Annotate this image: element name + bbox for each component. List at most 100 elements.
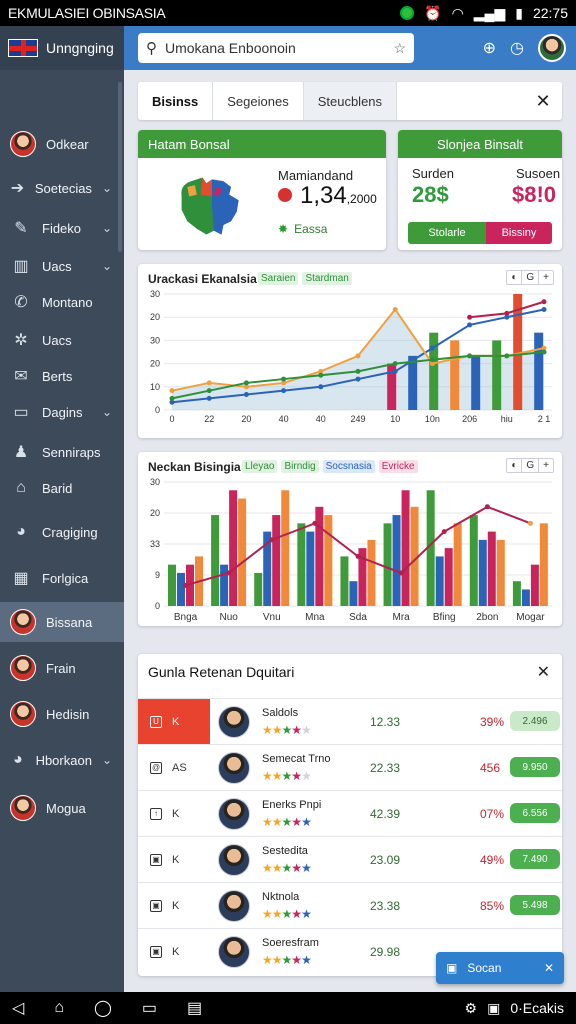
home-icon[interactable]: ⌂ — [54, 999, 64, 1017]
sidebar-item[interactable]: ➔ Soetecias ⌄ — [0, 168, 124, 208]
y-tick-label: 10 — [150, 382, 160, 392]
sidebar-item[interactable]: Bissana — [0, 602, 124, 642]
chart-mode-icon[interactable]: ◐ — [507, 271, 523, 284]
chart-g-button[interactable]: G — [522, 459, 540, 472]
star-icon[interactable]: ☆ — [393, 40, 406, 57]
star-icon: ★ — [262, 769, 273, 783]
search-icon: ⚲ — [146, 40, 157, 57]
sidebar-item-label: Barid — [42, 480, 73, 496]
table-row[interactable]: @ AS Semecat Trno ★★★★★ 22.33 456 9.950 — [138, 744, 562, 790]
user-avatar[interactable] — [538, 34, 566, 62]
sidebar-item-label: Dagins — [42, 404, 83, 420]
sidebar-item[interactable]: ✲ Uacs — [0, 320, 124, 360]
clock-icon[interactable]: ◷ — [510, 38, 524, 58]
sidebar-item-label: Berts — [42, 368, 73, 384]
legend-item[interactable]: Lleyao — [242, 460, 278, 473]
sidebar-item[interactable]: ▥ Uacs ⌄ — [0, 246, 124, 286]
row-lead[interactable]: ↑ K — [138, 791, 210, 837]
avatar — [218, 752, 250, 784]
tab-segeiones[interactable]: Segeiones — [213, 82, 304, 120]
sidebar-item[interactable]: ◕ Hborkaon ⌄ — [0, 740, 124, 780]
stolarle-button[interactable]: Stolarle — [408, 222, 486, 244]
row-badge[interactable]: 2.496 — [510, 711, 560, 731]
bar — [471, 355, 481, 410]
chevron-down-icon[interactable]: ⌄ — [102, 753, 112, 767]
sidebar-item[interactable]: ✉ Berts — [0, 356, 124, 396]
legend-item[interactable]: Stardman — [302, 272, 352, 285]
bar — [281, 490, 290, 606]
kpi-right-col1-value: 28$ — [412, 182, 449, 207]
sidebar-item[interactable]: ✎ Fideko ⌄ — [0, 208, 124, 248]
sidebar-item[interactable]: ⌂ Barid — [0, 468, 124, 508]
tab-steucblens[interactable]: Steucblens — [303, 82, 398, 120]
search-box[interactable]: ⚲ ☆ — [138, 33, 414, 63]
row-lead[interactable]: ▣ K — [138, 837, 210, 883]
y-tick-label: 0 — [155, 405, 160, 415]
legend-item[interactable]: Saraien — [258, 272, 299, 285]
row-lead[interactable]: ▣ K — [138, 883, 210, 929]
close-icon[interactable]: ✕ — [524, 82, 562, 120]
chart2-tools: ◐ G + — [506, 458, 554, 473]
row-lead[interactable]: @ AS — [138, 745, 210, 791]
row-badge[interactable]: 7.490 — [510, 849, 560, 869]
chevron-down-icon[interactable]: ⌄ — [102, 221, 112, 235]
recents-icon[interactable]: ▭ — [142, 998, 157, 1018]
close-icon[interactable]: ✕ — [544, 961, 554, 975]
row-badge[interactable]: 9.950 — [510, 757, 560, 777]
arrow-icon: ➔ — [10, 180, 25, 197]
legend-item[interactable]: Socsnasia — [322, 460, 375, 473]
row-name: Enerks Pnpi — [262, 799, 322, 811]
sidebar-header[interactable]: Unngnging — [0, 26, 124, 70]
tab-bisinss[interactable]: Bisinss — [138, 82, 214, 120]
chevron-down-icon[interactable]: ⌄ — [102, 181, 112, 195]
sidebar-item[interactable]: ▦ Forlgica — [0, 558, 124, 598]
data-point — [312, 520, 318, 526]
sidebar-item[interactable]: ▭ Dagins ⌄ — [0, 392, 124, 432]
circle-home-icon[interactable]: ◯ — [94, 998, 112, 1018]
chevron-down-icon[interactable]: ⌄ — [102, 259, 112, 273]
table-row[interactable]: ↑ K Enerks Pnpi ★★★★★ 42.39 07% 6.556 — [138, 790, 562, 836]
row-lead[interactable]: ▣ K — [138, 929, 210, 975]
row-percent: 49% — [480, 853, 505, 867]
bar — [392, 515, 401, 606]
table-row[interactable]: ▣ K Nktnola ★★★★★ 23.38 85% 5.498 — [138, 882, 562, 928]
data-point — [355, 368, 361, 374]
row-badge[interactable]: 5.498 — [510, 895, 560, 915]
bar — [401, 490, 410, 606]
sidebar-item[interactable]: ♟ Senniraps — [0, 432, 124, 472]
chart-g-button[interactable]: G — [522, 271, 540, 284]
row-lead[interactable]: UK — [138, 699, 210, 745]
x-tick-label: Mogar — [516, 612, 545, 623]
legend-item[interactable]: Evricke — [378, 460, 418, 473]
sidebar-item[interactable]: Odkear — [0, 124, 124, 164]
screenshot-icon[interactable]: ▤ — [187, 998, 202, 1018]
globe-icon[interactable]: ⊕ — [483, 38, 496, 58]
sidebar-item[interactable]: Hedisin — [0, 694, 124, 734]
sidebar-item[interactable]: Frain — [0, 648, 124, 688]
avatar — [10, 609, 36, 635]
snackbar[interactable]: ▣ Socan ✕ — [436, 952, 564, 984]
bissiny-button[interactable]: Bissiny — [486, 222, 552, 244]
sidebar-item[interactable]: ✆ Montano — [0, 282, 124, 322]
chart-add-button[interactable]: + — [539, 459, 553, 472]
bar — [450, 340, 460, 410]
tablet-icon[interactable]: ▣ — [487, 1000, 500, 1017]
search-input[interactable] — [165, 40, 386, 56]
settings-icon[interactable]: ⚙ — [465, 1000, 478, 1017]
bar — [453, 523, 462, 606]
row-badge[interactable]: 6.556 — [510, 803, 560, 823]
sidebar-item[interactable]: ◕ Cragiging — [0, 512, 124, 552]
legend-item[interactable]: Birndig — [281, 460, 319, 473]
table-row[interactable]: ▣ K Sestedita ★★★★★ 23.09 49% 7.490 — [138, 836, 562, 882]
data-point — [441, 529, 447, 535]
chevron-down-icon[interactable]: ⌄ — [102, 405, 112, 419]
chart-add-button[interactable]: + — [539, 271, 553, 284]
table-row[interactable]: U K Saldols ★★★★★ 12.33 39% 2.496 — [138, 698, 562, 745]
close-icon[interactable]: ✕ — [537, 662, 550, 682]
chart-mode-icon[interactable]: ◐ — [507, 459, 523, 472]
bar — [272, 515, 281, 606]
sidebar-item[interactable]: Mogua — [0, 788, 124, 828]
y-tick-label: 20 — [150, 508, 160, 518]
avatar — [10, 131, 36, 157]
back-icon[interactable]: ◁ — [12, 998, 24, 1018]
